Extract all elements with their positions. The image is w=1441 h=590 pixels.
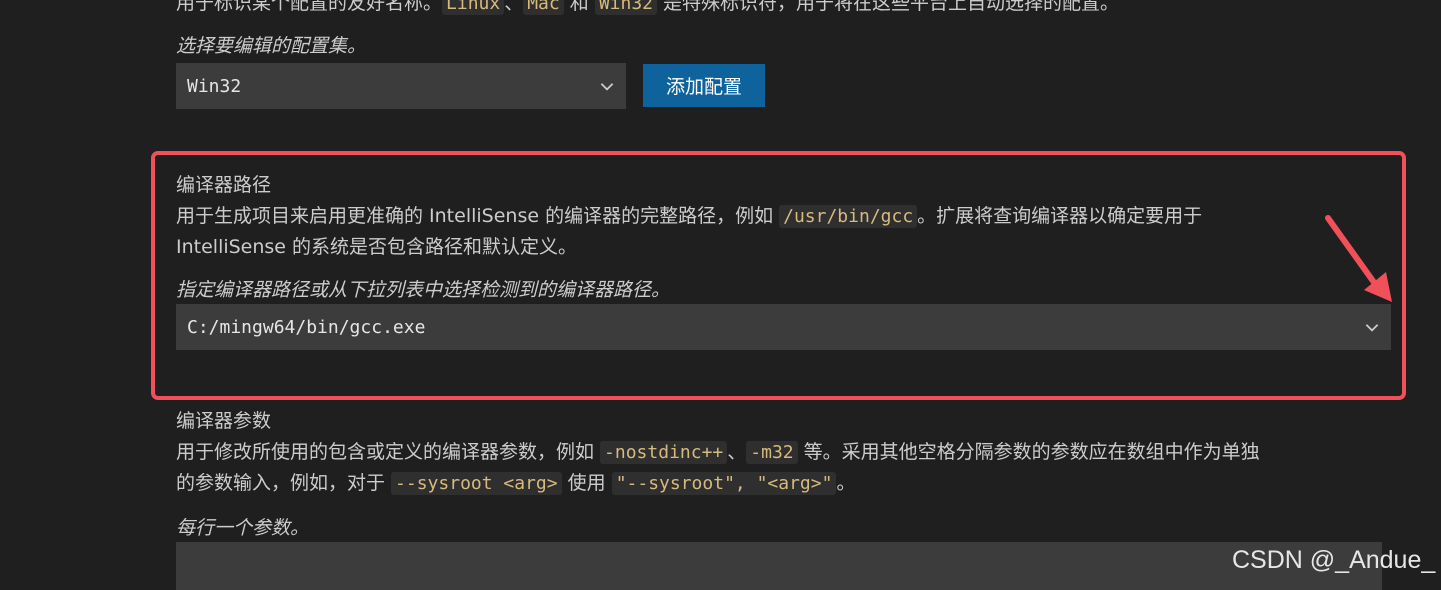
config-name-description: 用于标识某个配置的友好名称。 Linux、 Mac 和 Win32 是特殊标识符，用… xyxy=(176,0,1119,19)
compiler-path-select[interactable]: C:/mingw64/bin/gcc.exe xyxy=(176,304,1391,350)
compiler-path-title: 编译器路径 xyxy=(176,174,272,196)
config-set-select[interactable]: Win32 xyxy=(176,63,626,109)
chevron-down-icon xyxy=(600,83,614,91)
chevron-down-icon xyxy=(1365,324,1379,332)
compiler-path-description: 用于生成项目来启用更准确的 IntelliSense 的编译器的完整路径，例如 … xyxy=(176,205,1203,258)
config-set-hint: 选择要编辑的配置集。 xyxy=(176,35,367,57)
compiler-args-hint: 每行一个参数。 xyxy=(176,517,310,539)
add-configuration-button[interactable]: 添加配置 xyxy=(643,64,765,107)
compiler-path-hint: 指定编译器路径或从下拉列表中选择检测到的编译器路径。 xyxy=(176,279,671,301)
compiler-args-textarea[interactable] xyxy=(176,542,1382,590)
compiler-args-title: 编译器参数 xyxy=(176,410,272,432)
config-set-selected-value: Win32 xyxy=(187,75,242,97)
watermark: CSDN @_Andue_ xyxy=(1232,546,1436,574)
compiler-args-description: 用于修改所使用的包含或定义的编译器参数，例如 -nostdinc++、 -m32 … xyxy=(176,441,1260,495)
arrow-annotation-icon xyxy=(1325,215,1392,302)
compiler-path-selected-value: C:/mingw64/bin/gcc.exe xyxy=(187,316,426,338)
